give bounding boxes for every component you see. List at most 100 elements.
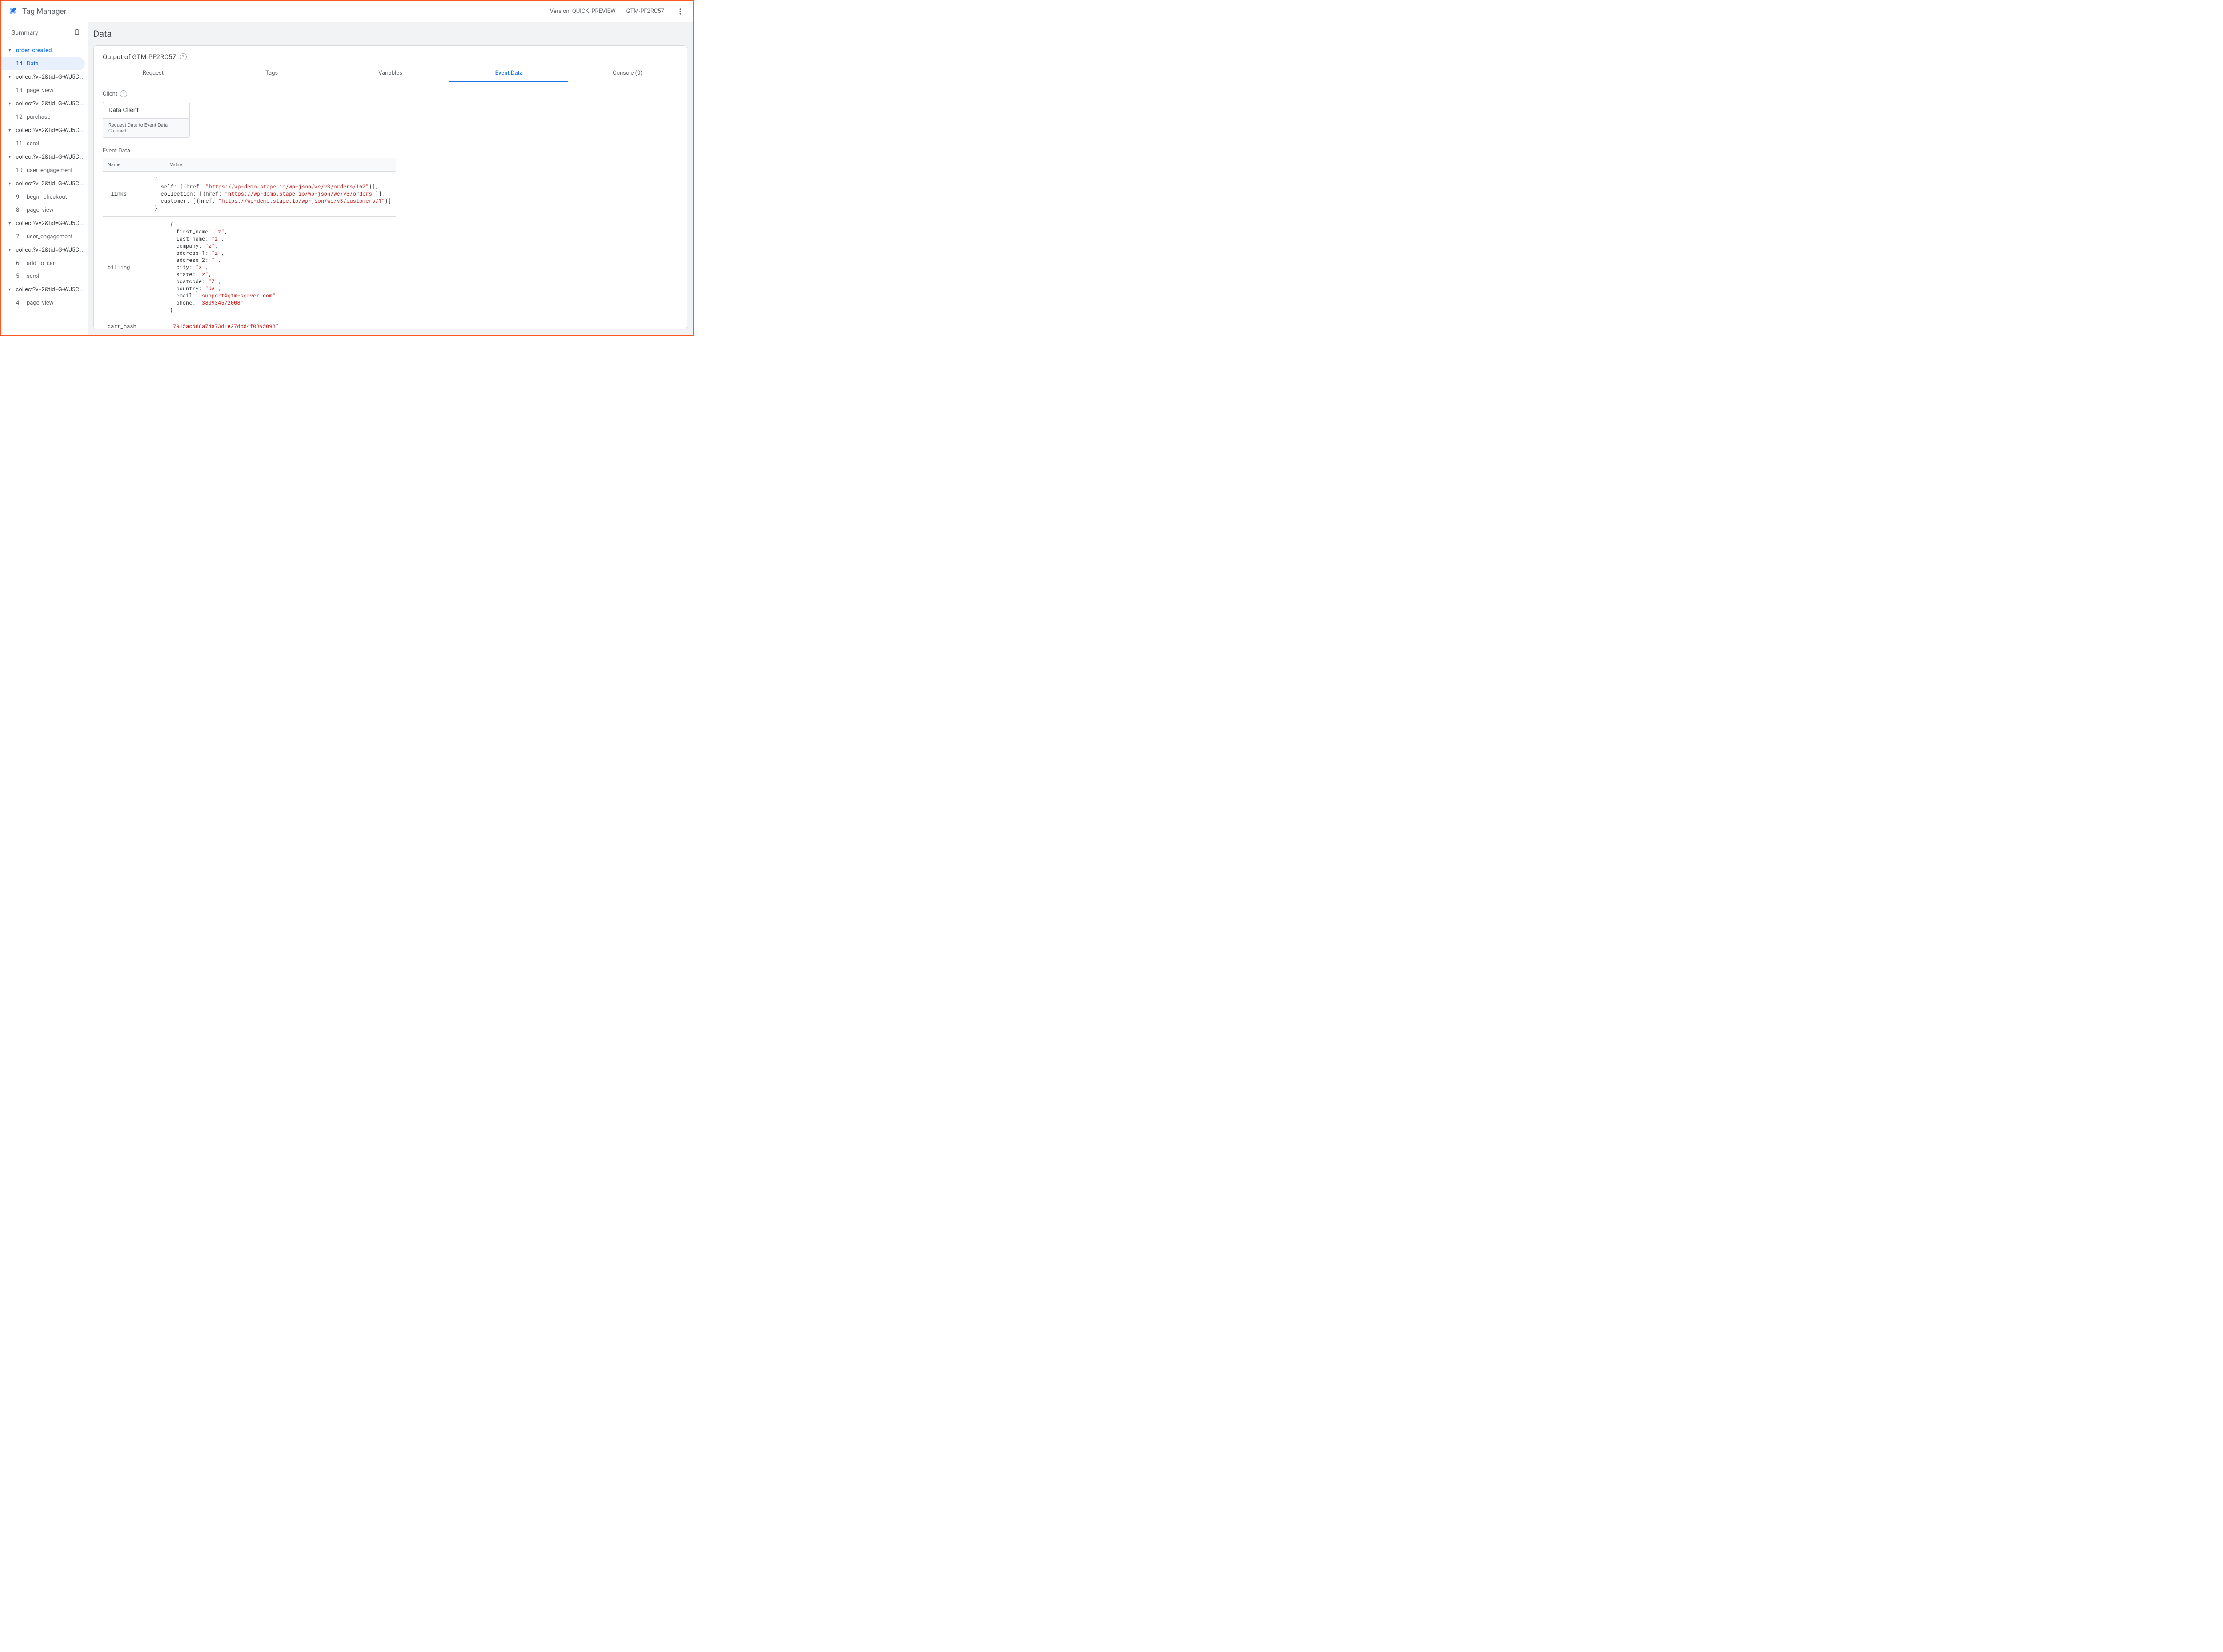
chevron-down-icon: ▾ <box>6 248 13 253</box>
event-data-table: Name Value _links{ self: [{href: "https:… <box>103 158 396 329</box>
event-group-header[interactable]: ▾collect?v=2&tid=G-WJ5CL… <box>1 217 88 230</box>
event-group-header[interactable]: ▾collect?v=2&tid=G-WJ5CL… <box>1 97 88 111</box>
table-row: cart_hash"7915ac688a74a73d1e27dcd4f08950… <box>103 318 396 329</box>
table-row: billing{ first_name: "z", last_name: "z"… <box>103 217 396 318</box>
summary-label: Summary <box>12 29 38 36</box>
table-row: _links{ self: [{href: "https://wp-demo.s… <box>103 172 396 217</box>
sidebar-item[interactable]: 5scroll <box>1 270 88 283</box>
sidebar-item[interactable]: 7user_engagement <box>1 230 88 243</box>
event-group-header[interactable]: ▾collect?v=2&tid=G-WJ5CL… <box>1 243 88 257</box>
chevron-down-icon: ▾ <box>6 155 13 160</box>
event-group-label: collect?v=2&tid=G-WJ5CL… <box>16 180 84 187</box>
tag-manager-icon <box>8 6 18 17</box>
event-group-header[interactable]: ▾collect?v=2&tid=G-WJ5CL… <box>1 283 88 297</box>
sidebar-item[interactable]: 4page_view <box>1 297 88 309</box>
tab[interactable]: Console (0) <box>568 64 687 82</box>
output-title-prefix: Output of <box>103 53 132 61</box>
item-number: 11 <box>16 140 24 147</box>
item-label: purchase <box>27 114 50 120</box>
item-number: 9 <box>16 194 24 200</box>
cell-name: cart_hash <box>103 318 165 329</box>
cell-name: _links <box>103 186 150 202</box>
sidebar-item[interactable]: 8page_view <box>1 204 88 217</box>
item-number: 10 <box>16 167 24 174</box>
item-label: user_engagement <box>27 167 72 174</box>
item-number: 8 <box>16 207 24 213</box>
tab[interactable]: Tags <box>213 64 331 82</box>
sidebar-summary[interactable]: Summary <box>1 22 88 44</box>
col-name: Name <box>103 158 165 171</box>
sidebar-item[interactable]: 12purchase <box>1 111 88 124</box>
output-container-id: GTM-PF2RC57 <box>132 53 176 61</box>
item-label: add_to_cart <box>27 260 57 267</box>
item-number: 4 <box>16 300 24 306</box>
event-group-header[interactable]: ▾collect?v=2&tid=G-WJ5CL… <box>1 70 88 84</box>
col-value: Value <box>165 158 396 171</box>
sidebar-item[interactable]: 6add_to_cart <box>1 257 88 270</box>
event-group-label: collect?v=2&tid=G-WJ5CL… <box>16 247 84 253</box>
sidebar-item[interactable]: 13page_view <box>1 84 88 97</box>
cell-value: { self: [{href: "https://wp-demo.stape.i… <box>150 172 396 216</box>
cell-value: "7915ac688a74a73d1e27dcd4f0895098" <box>165 318 396 329</box>
tab[interactable]: Event Data <box>449 64 568 82</box>
item-number: 7 <box>16 233 24 240</box>
sidebar-item[interactable]: 14Data <box>1 57 85 70</box>
item-label: scroll <box>27 273 41 280</box>
sidebar-item[interactable]: 10user_engagement <box>1 164 88 177</box>
item-number: 12 <box>16 114 24 120</box>
item-label: page_view <box>27 87 54 94</box>
event-group-header[interactable]: ▾collect?v=2&tid=G-WJ5CL… <box>1 177 88 191</box>
item-number: 6 <box>16 260 24 267</box>
event-data-label: Event Data <box>103 148 678 154</box>
event-group-label: collect?v=2&tid=G-WJ5CL… <box>16 286 84 293</box>
event-group-label: collect?v=2&tid=G-WJ5CL… <box>16 100 84 107</box>
container-id: GTM-PF2RC57 <box>626 8 664 15</box>
tabs: RequestTagsVariablesEvent DataConsole (0… <box>94 64 687 82</box>
event-group-header[interactable]: ▾order_created <box>1 44 88 57</box>
output-title: Output of GTM-PF2RC57 <box>103 53 176 61</box>
chevron-down-icon: ▾ <box>6 48 13 53</box>
table-header: Name Value <box>103 158 396 172</box>
item-number: 14 <box>16 60 24 67</box>
card-header: Output of GTM-PF2RC57 ? <box>94 46 687 64</box>
header-right: Version: QUICK_PREVIEW GTM-PF2RC57 <box>550 6 686 17</box>
more-vert-icon[interactable] <box>675 6 686 17</box>
output-card: Output of GTM-PF2RC57 ? RequestTagsVaria… <box>93 45 687 329</box>
card-body: Client ? Data Client Request Data to Eve… <box>94 82 687 329</box>
client-sub: Request Data to Event Data - Claimed <box>103 118 189 137</box>
version-name: QUICK_PREVIEW <box>572 8 616 15</box>
tab[interactable]: Variables <box>331 64 450 82</box>
chevron-down-icon: ▾ <box>6 75 13 80</box>
event-group-label: collect?v=2&tid=G-WJ5CL… <box>16 127 84 134</box>
event-group-header[interactable]: ▾collect?v=2&tid=G-WJ5CL… <box>1 124 88 137</box>
app-logo: Tag Manager <box>8 6 66 17</box>
help-icon[interactable]: ? <box>120 90 127 97</box>
item-label: user_engagement <box>27 233 72 240</box>
cell-name: billing <box>103 259 165 275</box>
app-header: Tag Manager Version: QUICK_PREVIEW GTM-P… <box>1 1 693 22</box>
chevron-down-icon: ▾ <box>6 101 13 106</box>
product-name: Tag Manager <box>22 7 66 16</box>
chevron-down-icon: ▾ <box>6 128 13 133</box>
event-group-label: collect?v=2&tid=G-WJ5CL… <box>16 74 84 80</box>
item-label: begin_checkout <box>27 194 67 200</box>
event-group-label: collect?v=2&tid=G-WJ5CL… <box>16 220 84 227</box>
help-icon[interactable]: ? <box>180 53 187 60</box>
event-group-header[interactable]: ▾collect?v=2&tid=G-WJ5CL… <box>1 150 88 164</box>
sidebar-item[interactable]: 11scroll <box>1 137 88 150</box>
sidebar-item[interactable]: 9begin_checkout <box>1 191 88 204</box>
item-number: 5 <box>16 273 24 280</box>
item-label: Data <box>27 60 39 67</box>
item-number: 13 <box>16 87 24 94</box>
event-group-label: order_created <box>16 47 52 54</box>
event-group-label: collect?v=2&tid=G-WJ5CL… <box>16 154 84 160</box>
tab[interactable]: Request <box>94 64 213 82</box>
main-area: Data Output of GTM-PF2RC57 ? RequestTags… <box>88 22 693 335</box>
client-section-label: Client ? <box>103 90 678 97</box>
item-label: page_view <box>27 300 54 306</box>
chevron-down-icon: ▾ <box>6 287 13 292</box>
version-prefix: Version: <box>550 8 572 15</box>
clear-icon[interactable] <box>73 28 80 37</box>
client-box[interactable]: Data Client Request Data to Event Data -… <box>103 102 190 138</box>
client-name: Data Client <box>103 102 189 118</box>
